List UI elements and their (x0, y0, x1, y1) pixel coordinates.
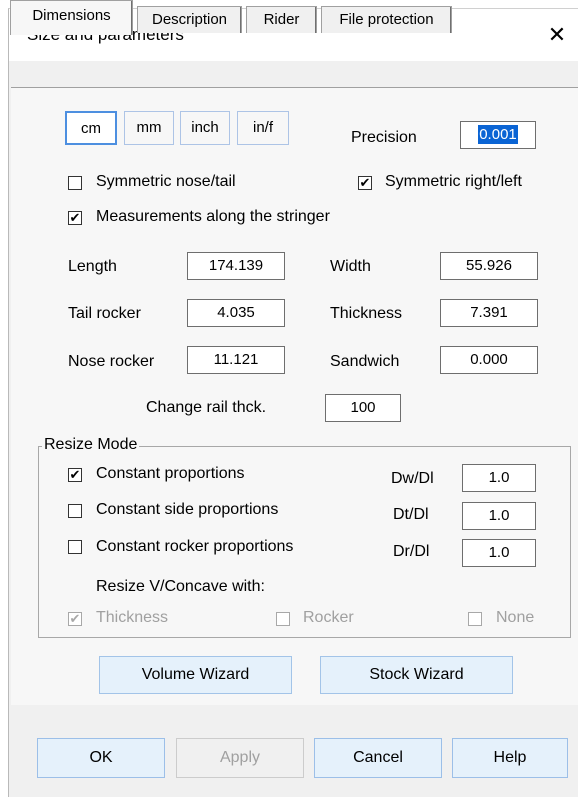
concave-rocker-label: Rocker (303, 609, 354, 626)
constant-side-checkbox[interactable] (68, 504, 82, 518)
tab-file-protection[interactable]: File protection (321, 6, 452, 33)
precision-input[interactable]: 0.001 (460, 121, 536, 149)
unit-mm-button[interactable]: mm (124, 111, 174, 145)
thickness-label: Thickness (330, 305, 403, 322)
volume-wizard-button[interactable]: Volume Wizard (99, 656, 292, 694)
constant-proportions-label: Constant proportions (96, 465, 245, 482)
precision-label: Precision (351, 129, 417, 146)
sandwich-input[interactable]: 0.000 (440, 346, 538, 374)
width-input[interactable]: 55.926 (440, 252, 538, 280)
unit-inf-button[interactable]: in/f (237, 111, 289, 145)
tab-dimensions[interactable]: Dimensions (10, 0, 133, 35)
dw-dl-label: Dw/Dl (391, 470, 434, 487)
nose-rocker-label: Nose rocker (68, 353, 155, 370)
symmetric-nose-tail-checkbox[interactable] (68, 176, 82, 190)
change-rail-input[interactable]: 100 (325, 394, 401, 422)
close-icon[interactable]: ✕ (535, 17, 578, 53)
constant-rocker-checkbox[interactable] (68, 540, 82, 554)
constant-side-label: Constant side proportions (96, 501, 279, 518)
dt-dl-label: Dt/Dl (393, 506, 429, 523)
precision-value: 0.001 (478, 125, 518, 144)
help-button[interactable]: Help (452, 738, 568, 778)
width-label: Width (330, 258, 371, 275)
concave-thickness-label: Thickness (96, 609, 169, 626)
thickness-input[interactable]: 7.391 (440, 299, 538, 327)
symmetric-nose-tail-label: Symmetric nose/tail (96, 173, 236, 190)
stock-wizard-button[interactable]: Stock Wizard (320, 656, 513, 694)
sandwich-label: Sandwich (330, 353, 400, 370)
tab-description[interactable]: Description (137, 6, 242, 33)
resize-mode-title: Resize Mode (42, 436, 140, 454)
apply-button[interactable]: Apply (176, 738, 304, 778)
concave-none-label: None (496, 609, 535, 626)
concave-rocker-checkbox[interactable] (276, 612, 290, 626)
dr-dl-label: Dr/Dl (393, 543, 430, 560)
dw-dl-input[interactable]: 1.0 (462, 464, 536, 492)
symmetric-right-left-label: Symmetric right/left (385, 173, 522, 190)
measure-along-stringer-checkbox[interactable]: ✔ (68, 211, 82, 225)
length-label: Length (68, 258, 117, 275)
concave-none-checkbox[interactable] (468, 612, 482, 626)
tail-rocker-input[interactable]: 4.035 (187, 299, 285, 327)
nose-rocker-input[interactable]: 11.121 (187, 346, 285, 374)
ok-button[interactable]: OK (37, 738, 165, 778)
tail-rocker-label: Tail rocker (68, 305, 141, 322)
symmetric-right-left-checkbox[interactable]: ✔ (358, 176, 372, 190)
resize-concave-label: Resize V/Concave with: (96, 578, 265, 595)
constant-rocker-label: Constant rocker proportions (96, 538, 294, 555)
length-input[interactable]: 174.139 (187, 252, 285, 280)
constant-proportions-checkbox[interactable]: ✔ (68, 468, 82, 482)
dt-dl-input[interactable]: 1.0 (462, 502, 536, 530)
tab-rider[interactable]: Rider (246, 6, 317, 33)
dr-dl-input[interactable]: 1.0 (462, 539, 536, 567)
change-rail-label: Change rail thck. (146, 399, 267, 416)
concave-thickness-checkbox[interactable]: ✔ (68, 612, 82, 626)
unit-inch-button[interactable]: inch (180, 111, 230, 145)
cancel-button[interactable]: Cancel (314, 738, 442, 778)
measure-along-stringer-label: Measurements along the stringer (96, 208, 330, 225)
unit-cm-button[interactable]: cm (65, 111, 117, 145)
